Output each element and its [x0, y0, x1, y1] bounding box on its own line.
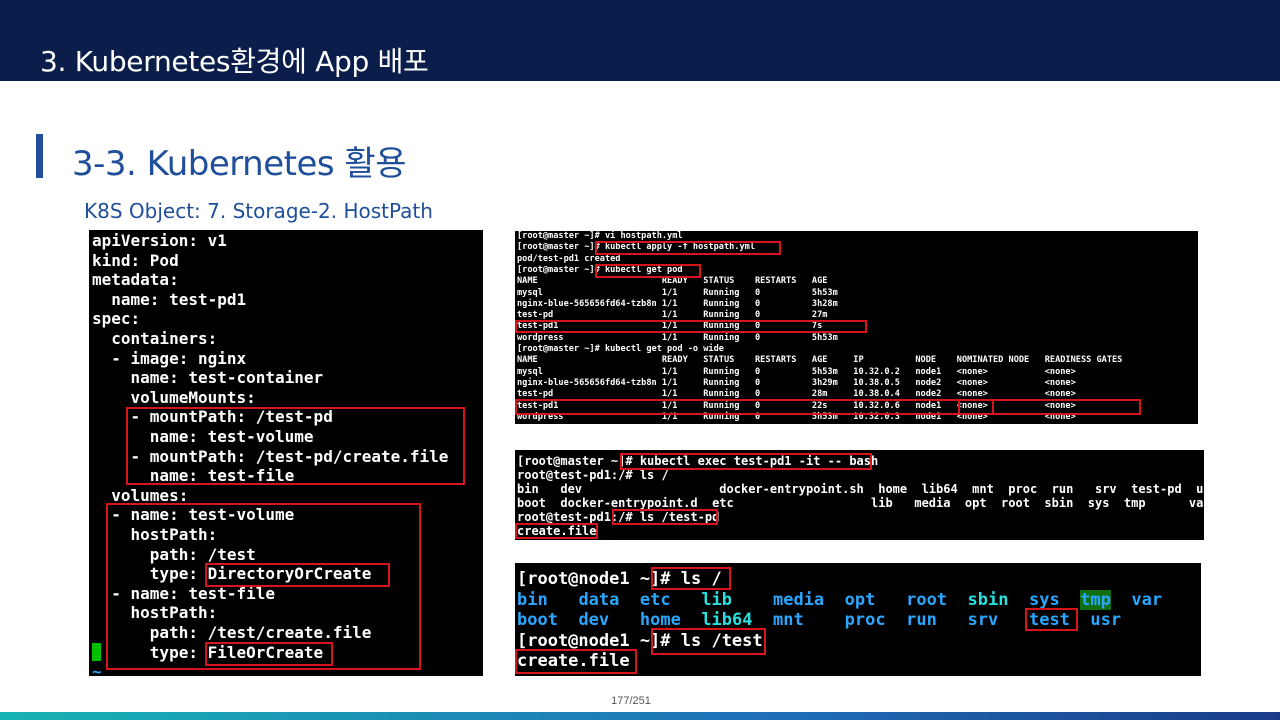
dir-entry: etc — [639, 589, 671, 610]
highlight-box-ls-test-pd — [612, 509, 718, 525]
highlight-box-ls-test — [651, 628, 766, 655]
node-ls-row: bin data etc lib media opt root sbin sys… — [517, 589, 1163, 611]
dir-entry: tmp — [1080, 589, 1111, 610]
highlight-box-node1 — [958, 399, 994, 415]
highlight-box-directory-or-create — [205, 563, 390, 587]
dir-entry: dev — [578, 610, 610, 630]
node-terminal-screenshot: [root@node1 ~]# ls / bin data etc lib me… — [515, 563, 1201, 676]
yaml-terminal-screenshot: apiVersion: v1 kind: Pod metadata: name:… — [89, 230, 483, 676]
dir-entry: srv — [967, 610, 999, 630]
yaml-line: name: test-pd1 — [92, 289, 247, 309]
yaml-line: spec: — [92, 309, 141, 329]
highlight-box-create-file-node — [515, 649, 637, 674]
dir-entry: opt — [844, 589, 876, 610]
kubectl-line: mysql 1/1 Running 0 5h53m — [517, 287, 838, 298]
dir-entry: home — [639, 610, 681, 630]
dir-entry: var — [1131, 589, 1163, 610]
dir-entry: usr — [1090, 610, 1122, 630]
kubectl-line: [root@master ~]# kubectl get pod -o wide — [517, 344, 724, 354]
yaml-line: ~ — [92, 662, 102, 676]
dir-entry: proc — [844, 610, 886, 630]
kubectl-line: nginx-blue-565656fd64-tzb8n 1/1 Running … — [517, 298, 838, 309]
highlight-box-volume-mounts — [126, 407, 465, 485]
section-subtitle: K8S Object: 7. Storage-2. HostPath — [84, 199, 433, 223]
yaml-line: metadata: — [92, 270, 179, 290]
dir-entry: run — [906, 610, 937, 630]
exec-line: boot docker-entrypoint.d etc lib media o… — [517, 496, 1204, 510]
page-number: 177/251 — [611, 695, 651, 707]
kubectl-line: nginx-blue-565656fd64-tzb8n 1/1 Running … — [517, 377, 1076, 388]
highlight-box-create-file — [515, 523, 598, 539]
dir-entry: lib64 — [701, 610, 753, 630]
highlight-box-kubectl-apply — [595, 241, 781, 255]
yaml-line: kind: Pod — [92, 250, 179, 270]
dir-entry: sbin — [967, 589, 1009, 610]
terminal-cursor — [92, 643, 101, 661]
highlight-box-ls-root — [651, 567, 731, 590]
dir-entry: lib — [701, 589, 733, 610]
kubectl-line: NAME READY STATUS RESTARTS AGE IP NODE N… — [517, 355, 1123, 366]
exec-terminal-screenshot: [root@master ~]# kubectl exec test-pd1 -… — [515, 450, 1204, 540]
dir-entry: sys — [1028, 589, 1060, 610]
dir-entry: bin — [517, 589, 548, 610]
yaml-line: volumeMounts: — [92, 387, 256, 407]
dir-entry: mnt — [772, 610, 804, 630]
dir-entry: boot — [517, 610, 558, 630]
yaml-line: name: test-container — [92, 368, 324, 388]
highlight-box-test-dir — [1025, 608, 1078, 631]
section-title: 3-3. Kubernetes 활용 — [72, 144, 406, 184]
kubectl-line: mysql 1/1 Running 0 5h53m 10.32.0.2 node… — [517, 366, 1076, 377]
page-title: 3. Kubernetes환경에 App 배포 — [40, 45, 429, 78]
dir-entry: data — [578, 589, 620, 610]
exec-line: root@test-pd1:/# ls / — [517, 468, 669, 482]
highlight-box-file-or-create — [205, 642, 333, 666]
kubectl-terminal-screenshot: [root@master ~]# vi hostpath.yml [root@m… — [515, 231, 1198, 424]
section-accent-bar — [36, 134, 43, 178]
yaml-line: containers: — [92, 329, 218, 348]
kubectl-line: wordpress 1/1 Running 0 5h53m — [517, 332, 838, 343]
dir-entry: media — [772, 589, 825, 610]
yaml-line: apiVersion: v1 — [92, 231, 227, 250]
yaml-line: - image: nginx — [92, 348, 247, 368]
footer-bar — [0, 712, 1280, 720]
dir-entry: root — [906, 589, 948, 610]
highlight-box-kubectl-get-pod — [595, 264, 701, 278]
highlight-box-test-pd1-row — [515, 320, 867, 333]
highlight-box-test-pd1-wide-row — [515, 399, 1141, 415]
highlight-box-kubectl-exec — [620, 453, 872, 470]
exec-line: bin dev docker-entrypoint.sh home lib64 … — [517, 482, 1204, 496]
